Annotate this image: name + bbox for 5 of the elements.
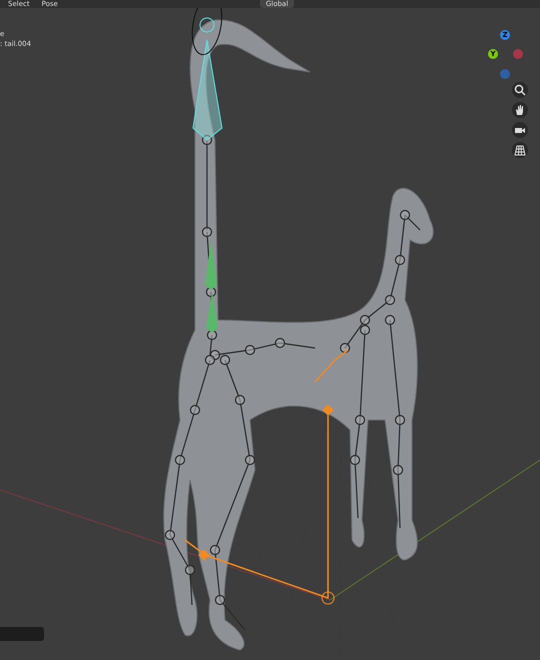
camera-icon[interactable] — [512, 122, 528, 138]
zoom-icon[interactable] — [512, 82, 528, 98]
hand-icon[interactable] — [512, 102, 528, 118]
grid-icon[interactable] — [512, 142, 528, 158]
status-bar — [0, 627, 44, 641]
